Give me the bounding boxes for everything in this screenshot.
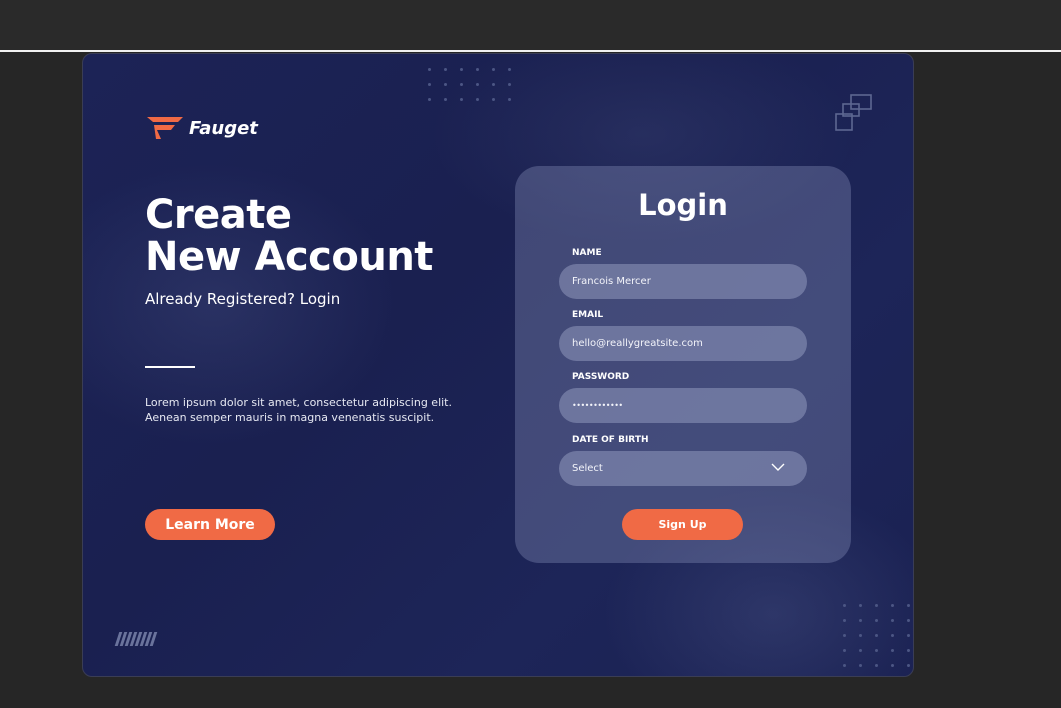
headline-line-1: Create bbox=[145, 192, 292, 238]
password-field[interactable]: •••••••••••• bbox=[559, 388, 807, 423]
dob-select[interactable]: Select bbox=[559, 451, 807, 486]
decorative-dot bbox=[891, 619, 894, 622]
form-title: Login bbox=[638, 188, 728, 222]
decorative-dot bbox=[476, 68, 479, 71]
decorative-dot bbox=[891, 634, 894, 637]
decorative-dot bbox=[859, 619, 862, 622]
decorative-dot bbox=[891, 604, 894, 607]
password-value: •••••••••••• bbox=[572, 401, 623, 410]
decorative-dot bbox=[843, 664, 846, 667]
decorative-dot bbox=[859, 604, 862, 607]
brand-logo[interactable]: Fauget bbox=[145, 114, 258, 142]
decorative-dot bbox=[859, 649, 862, 652]
sign-up-button[interactable]: Sign Up bbox=[622, 509, 743, 540]
stacked-squares-icon bbox=[835, 94, 872, 131]
decorative-dot bbox=[907, 649, 910, 652]
decorative-dot bbox=[428, 68, 431, 71]
decorative-dot bbox=[460, 98, 463, 101]
decorative-dot bbox=[508, 68, 511, 71]
decorative-dot bbox=[875, 664, 878, 667]
dob-label: DATE OF BIRTH bbox=[572, 435, 649, 445]
name-field[interactable]: Francois Mercer bbox=[559, 264, 807, 299]
decorative-dot bbox=[843, 604, 846, 607]
decorative-dot bbox=[907, 604, 910, 607]
decorative-dot bbox=[444, 83, 447, 86]
headline-line-2: New Account bbox=[145, 234, 433, 280]
page-headline: Create New Account bbox=[145, 194, 433, 278]
decorative-dot bbox=[508, 83, 511, 86]
signup-card: Fauget Create New Account Already Regist… bbox=[82, 53, 914, 677]
decorative-dot bbox=[444, 68, 447, 71]
decorative-dot bbox=[428, 98, 431, 101]
fauget-logo-icon bbox=[147, 117, 183, 139]
decorative-dot bbox=[460, 83, 463, 86]
decorative-dot bbox=[492, 98, 495, 101]
brand-name: Fauget bbox=[189, 117, 258, 139]
learn-more-button[interactable]: Learn More bbox=[145, 509, 275, 540]
chevron-down-icon bbox=[771, 463, 785, 471]
decorative-dot bbox=[891, 649, 894, 652]
decorative-dot bbox=[444, 98, 447, 101]
decorative-dot bbox=[907, 634, 910, 637]
decorative-dot bbox=[843, 634, 846, 637]
decorative-dot bbox=[492, 68, 495, 71]
decorative-dot bbox=[476, 83, 479, 86]
password-label: PASSWORD bbox=[572, 372, 630, 382]
decorative-dot-grid-top bbox=[428, 68, 528, 104]
login-form-panel: Login NAME Francois Mercer EMAIL hello@r… bbox=[515, 166, 851, 563]
login-prompt-link[interactable]: Already Registered? Login bbox=[145, 290, 340, 308]
decorative-dot bbox=[875, 634, 878, 637]
email-label: EMAIL bbox=[572, 310, 604, 320]
decorative-dot bbox=[843, 619, 846, 622]
decorative-dot bbox=[492, 83, 495, 86]
browser-top-bar bbox=[0, 0, 1061, 50]
decorative-dot bbox=[907, 664, 910, 667]
decorative-dot bbox=[859, 664, 862, 667]
name-label: NAME bbox=[572, 248, 602, 258]
decorative-dot bbox=[875, 604, 878, 607]
short-divider bbox=[145, 366, 195, 368]
decorative-dot bbox=[875, 649, 878, 652]
decorative-dot bbox=[428, 83, 431, 86]
decorative-dot bbox=[843, 649, 846, 652]
decorative-stripes bbox=[114, 632, 158, 646]
top-divider-line bbox=[0, 50, 1061, 52]
decorative-dot bbox=[907, 619, 910, 622]
decorative-dot bbox=[460, 68, 463, 71]
decorative-dot bbox=[476, 98, 479, 101]
email-value: hello@reallygreatsite.com bbox=[572, 338, 703, 349]
hero-description: Lorem ipsum dolor sit amet, consectetur … bbox=[145, 396, 452, 424]
dob-value: Select bbox=[572, 463, 603, 474]
email-field[interactable]: hello@reallygreatsite.com bbox=[559, 326, 807, 361]
decorative-dot bbox=[859, 634, 862, 637]
decorative-dot-grid-bottom bbox=[843, 604, 913, 676]
decorative-dot bbox=[875, 619, 878, 622]
name-value: Francois Mercer bbox=[572, 276, 651, 287]
decorative-dot bbox=[891, 664, 894, 667]
decorative-dot bbox=[508, 98, 511, 101]
